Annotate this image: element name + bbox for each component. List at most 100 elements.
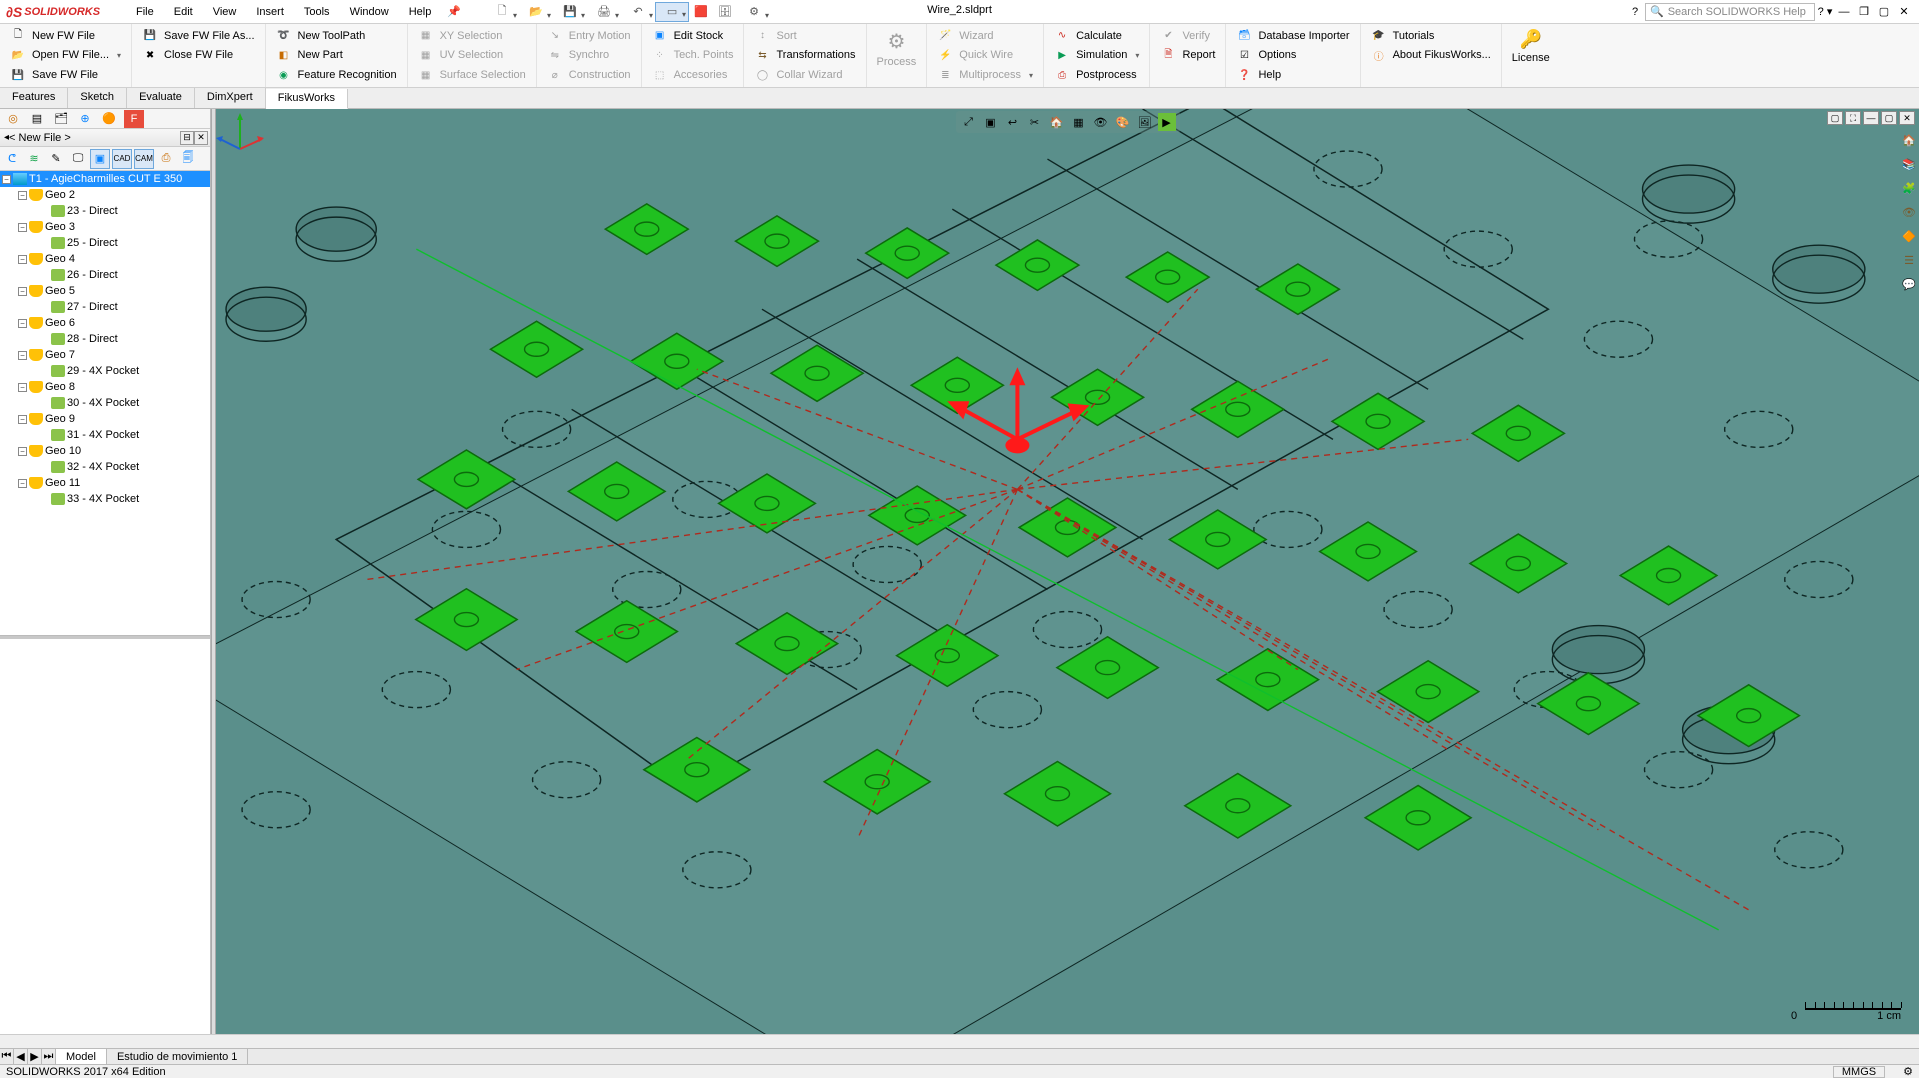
tree-op[interactable]: 28 - Direct <box>0 331 210 347</box>
report-button[interactable]: 🗎Report <box>1158 46 1217 65</box>
qat-settings-icon[interactable]: ⚙ <box>737 2 771 22</box>
help-dropdown-icon[interactable]: ? ▾ <box>1817 5 1833 18</box>
maximize-button[interactable]: ▢ <box>1875 4 1893 20</box>
minimize-button[interactable]: — <box>1835 4 1853 20</box>
about-button[interactable]: ⓘAbout FikusWorks... <box>1369 46 1493 65</box>
tree-geo[interactable]: −Geo 9 <box>0 411 210 427</box>
menu-edit[interactable]: Edit <box>166 2 201 22</box>
tab-motion-study[interactable]: Estudio de movimiento 1 <box>107 1049 248 1064</box>
qat-save-icon[interactable]: 💾 <box>553 2 587 22</box>
qat-undo-icon[interactable]: ↶ <box>621 2 655 22</box>
feature-recognition-button[interactable]: ◉Feature Recognition <box>274 66 399 85</box>
tp-part-icon[interactable]: 🧩 <box>1900 179 1918 197</box>
tab-evaluate[interactable]: Evaluate <box>127 88 195 108</box>
tutorials-button[interactable]: 🎓Tutorials <box>1369 26 1493 45</box>
menu-file[interactable]: File <box>128 2 162 22</box>
tab-nav-last-icon[interactable]: ⏭ <box>42 1049 56 1064</box>
qat-rebuild-icon[interactable]: 🟥 <box>689 2 713 22</box>
tree-op[interactable]: 26 - Direct <box>0 267 210 283</box>
menu-tools[interactable]: Tools <box>296 2 338 22</box>
mt-cad-icon[interactable]: CAD <box>112 149 132 169</box>
save-fw-file-button[interactable]: 💾Save FW File <box>8 66 123 85</box>
tree-op[interactable]: 33 - 4X Pocket <box>0 491 210 507</box>
crumb-split-icon[interactable]: ⊟ <box>180 131 194 145</box>
vp-link-icon[interactable]: ⛶ <box>1845 111 1861 125</box>
tab-nav-next-icon[interactable]: ▶ <box>28 1049 42 1064</box>
database-importer-button[interactable]: 🗃Database Importer <box>1234 26 1351 45</box>
qat-print-icon[interactable]: 🖨 <box>587 2 621 22</box>
calculate-button[interactable]: ∿Calculate <box>1052 26 1141 45</box>
tab-dimxpert[interactable]: DimXpert <box>195 88 266 108</box>
mt-info-icon[interactable]: ⎙ <box>156 149 176 169</box>
mt-cam-icon[interactable]: CAM <box>134 149 154 169</box>
tab-sketch[interactable]: Sketch <box>68 88 127 108</box>
restore-button[interactable]: ❐ <box>1855 4 1873 20</box>
tree-geo[interactable]: −Geo 6 <box>0 315 210 331</box>
graphics-viewport[interactable]: ⤢ ▣ ↩ ✂ 🏠 ▦ 👁 🎨 🖼 ▶ ▢ ⛶ — ▢ ✕ 🏠 📚 🧩 👁 🔶 … <box>216 109 1919 1050</box>
tree-op[interactable]: 32 - 4X Pocket <box>0 459 210 475</box>
simulation-button[interactable]: ▶Simulation▾ <box>1052 46 1141 65</box>
qat-options-icon[interactable]: 🗄 <box>713 2 737 22</box>
license-button[interactable]: 🔑License <box>1510 28 1552 84</box>
help-icon[interactable]: ? <box>1627 6 1643 18</box>
tab-nav-prev-icon[interactable]: ◀ <box>14 1049 28 1064</box>
tree-geo[interactable]: −Geo 5 <box>0 283 210 299</box>
fm-tab-fikus-icon[interactable]: F <box>124 110 144 128</box>
postprocess-button[interactable]: ⎙Postprocess <box>1052 66 1141 85</box>
cam-tree[interactable]: −T1 - AgieCharmilles CUT E 350−Geo 223 -… <box>0 171 210 636</box>
tp-home-icon[interactable]: 🏠 <box>1900 131 1918 149</box>
mt-view-icon[interactable]: ▣ <box>90 149 110 169</box>
fm-tab-property-icon[interactable]: ▤ <box>28 110 46 128</box>
tree-op[interactable]: 23 - Direct <box>0 203 210 219</box>
horizontal-scrollbar[interactable] <box>0 1034 1919 1048</box>
hud-prev-icon[interactable]: ↩ <box>1004 113 1022 131</box>
mt-screen-icon[interactable]: 🖵 <box>68 149 88 169</box>
tree-op[interactable]: 30 - 4X Pocket <box>0 395 210 411</box>
search-help-input[interactable]: 🔍Search SOLIDWORKS Help <box>1645 3 1815 21</box>
save-fw-file-as-button[interactable]: 💾Save FW File As... <box>140 26 256 45</box>
hud-hide-icon[interactable]: 👁 <box>1092 113 1110 131</box>
vp-single-icon[interactable]: ▢ <box>1827 111 1843 125</box>
mt-surf-icon[interactable]: ≋ <box>24 149 44 169</box>
new-part-button[interactable]: ◧New Part <box>274 46 399 65</box>
fm-tab-dim-icon[interactable]: ⊕ <box>76 110 94 128</box>
tp-view-icon[interactable]: 👁 <box>1900 203 1918 221</box>
tree-geo[interactable]: −Geo 2 <box>0 187 210 203</box>
status-gear-icon[interactable]: ⚙ <box>1903 1065 1913 1078</box>
tree-op[interactable]: 27 - Direct <box>0 299 210 315</box>
hud-scene-icon[interactable]: 🖼 <box>1136 113 1154 131</box>
tree-geo[interactable]: −Geo 3 <box>0 219 210 235</box>
hud-display-icon[interactable]: ▦ <box>1070 113 1088 131</box>
tree-geo[interactable]: −Geo 11 <box>0 475 210 491</box>
crumb-close-icon[interactable]: ✕ <box>194 131 208 145</box>
hud-appearance-icon[interactable]: 🎨 <box>1114 113 1132 131</box>
hud-orient-icon[interactable]: 🏠 <box>1048 113 1066 131</box>
new-fw-file-button[interactable]: 🗋New FW File <box>8 26 123 45</box>
vp-min-icon[interactable]: — <box>1863 111 1879 125</box>
open-fw-file-button[interactable]: 📂Open FW File...▾ <box>8 46 123 65</box>
hud-section-icon[interactable]: ✂ <box>1026 113 1044 131</box>
qat-open-icon[interactable]: 📂 <box>519 2 553 22</box>
tab-model[interactable]: Model <box>56 1049 107 1064</box>
tree-root[interactable]: −T1 - AgieCharmilles CUT E 350 <box>0 171 210 187</box>
tab-features[interactable]: Features <box>0 88 68 108</box>
menu-insert[interactable]: Insert <box>248 2 292 22</box>
mt-edit-icon[interactable]: ✎ <box>46 149 66 169</box>
transformations-button[interactable]: ⇆Transformations <box>752 46 857 65</box>
hud-zoomfit-icon[interactable]: ⤢ <box>960 113 978 131</box>
tree-geo[interactable]: −Geo 4 <box>0 251 210 267</box>
hud-render-icon[interactable]: ▶ <box>1158 113 1176 131</box>
tree-op[interactable]: 25 - Direct <box>0 235 210 251</box>
options-button[interactable]: ☑Options <box>1234 46 1351 65</box>
tp-forum-icon[interactable]: 💬 <box>1900 275 1918 293</box>
tree-geo[interactable]: −Geo 10 <box>0 443 210 459</box>
tp-custom-icon[interactable]: ☰ <box>1900 251 1918 269</box>
tree-geo[interactable]: −Geo 7 <box>0 347 210 363</box>
tree-op[interactable]: 31 - 4X Pocket <box>0 427 210 443</box>
tp-appear-icon[interactable]: 🔶 <box>1900 227 1918 245</box>
status-units[interactable]: MMGS <box>1833 1066 1885 1078</box>
fm-tab-tree-icon[interactable]: ◎ <box>4 110 22 128</box>
pin-icon[interactable]: 📌 <box>447 5 461 18</box>
edit-stock-button[interactable]: ▣Edit Stock <box>650 26 736 45</box>
new-toolpath-button[interactable]: ➰New ToolPath <box>274 26 399 45</box>
